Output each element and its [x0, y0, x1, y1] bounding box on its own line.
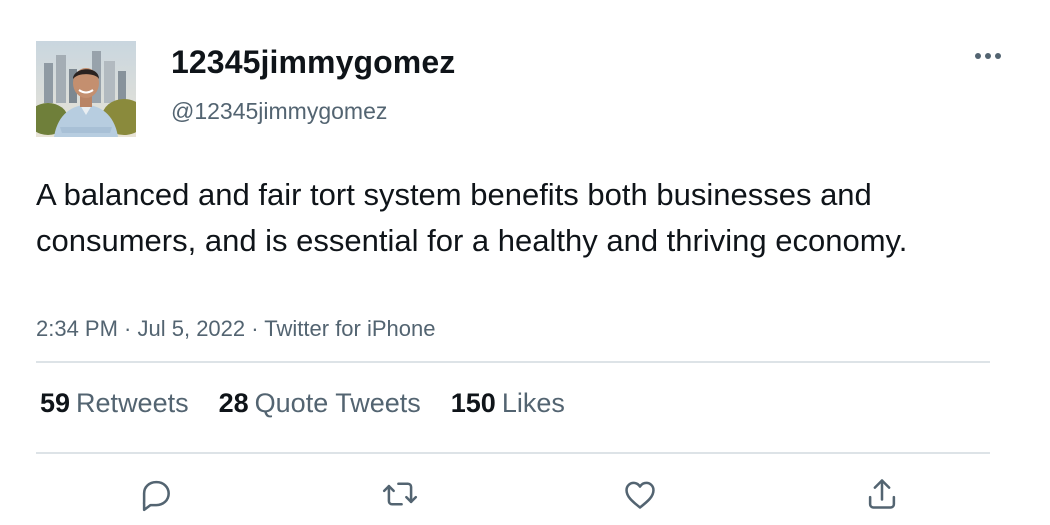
reply-button[interactable]	[134, 474, 178, 514]
avatar-image	[36, 41, 136, 137]
retweets-count: 59	[40, 388, 71, 418]
tweet-text: A balanced and fair tort system benefits…	[36, 177, 908, 258]
more-options-button[interactable]	[968, 40, 1008, 72]
tweet-source[interactable]: Twitter for iPhone	[264, 316, 435, 341]
avatar[interactable]	[36, 41, 136, 137]
tweet-meta: 2:34 PM · Jul 5, 2022 · Twitter for iPho…	[36, 316, 435, 342]
share-icon	[868, 479, 896, 509]
author-display-name[interactable]: 12345jimmygomez	[171, 44, 455, 81]
tweet-time[interactable]: 2:34 PM	[36, 316, 118, 341]
like-button[interactable]	[618, 474, 662, 514]
quote-tweets-label: Quote Tweets	[254, 388, 421, 418]
heart-icon	[625, 481, 655, 509]
likes-count: 150	[450, 388, 496, 418]
quote-tweets-count: 28	[218, 388, 249, 418]
retweets-stat[interactable]: 59 Retweets	[40, 388, 189, 419]
likes-stat[interactable]: 150 Likes	[451, 388, 565, 419]
retweet-icon	[382, 482, 418, 506]
retweets-label: Retweets	[76, 388, 189, 418]
author-handle[interactable]: @12345jimmygomez	[171, 98, 387, 125]
meta-separator: ·	[245, 316, 265, 341]
divider	[36, 452, 990, 454]
tweet-card: 12345jimmygomez @12345jimmygomez A balan…	[0, 0, 1050, 525]
engagement-stats: 59 Retweets 28 Quote Tweets 150 Likes	[40, 388, 565, 419]
divider	[36, 361, 990, 363]
meta-separator: ·	[117, 316, 138, 341]
likes-label: Likes	[501, 388, 565, 418]
reply-icon	[142, 480, 170, 512]
tweet-date[interactable]: Jul 5, 2022	[138, 316, 246, 341]
retweet-button[interactable]	[378, 474, 422, 514]
share-button[interactable]	[860, 474, 904, 514]
more-dots-icon	[975, 53, 1001, 59]
quote-tweets-stat[interactable]: 28 Quote Tweets	[219, 388, 421, 419]
